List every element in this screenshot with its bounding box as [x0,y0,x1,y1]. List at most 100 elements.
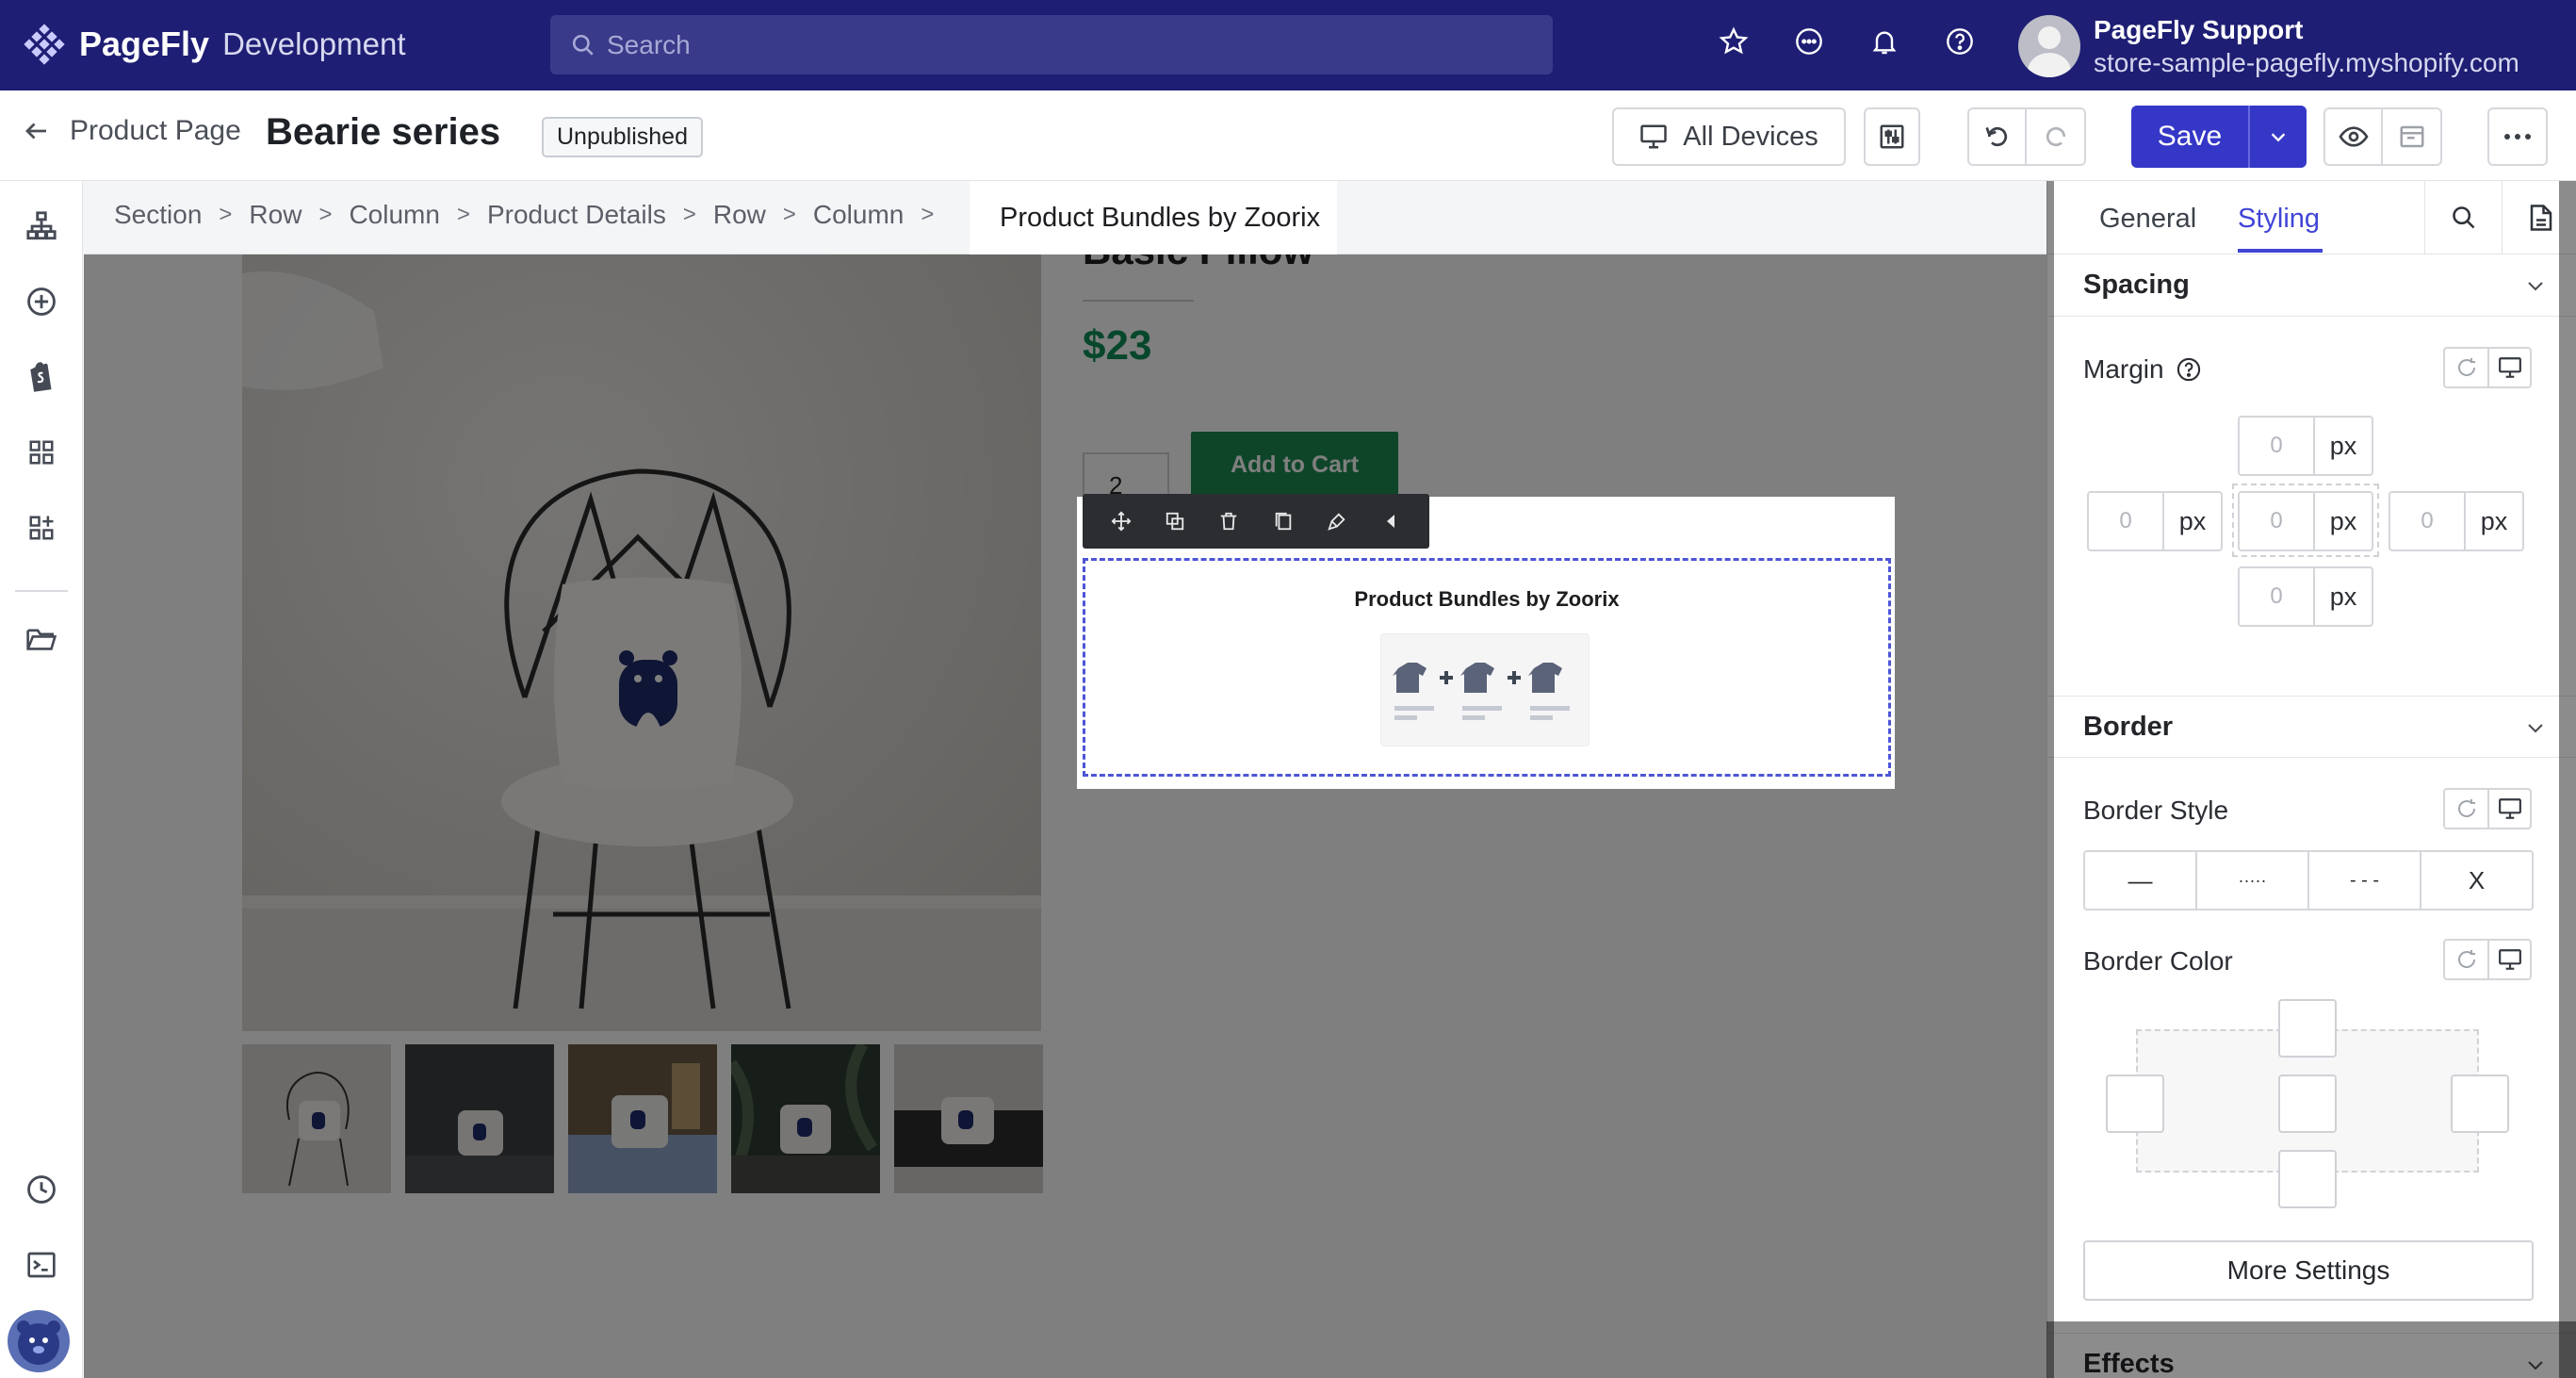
device-selector-button[interactable]: All Devices [1612,107,1846,166]
caret-left-icon[interactable] [1377,507,1405,535]
chevron-down-icon [2271,133,2286,142]
desktop-icon[interactable] [2487,941,2530,978]
border-solid-option[interactable]: — [2085,852,2195,909]
border-dotted-option[interactable]: ····· [2195,852,2307,909]
reset-icon[interactable] [2445,790,2487,828]
border-dashed-option[interactable]: - - - [2307,852,2420,909]
margin-center-input[interactable]: 0 px [2238,491,2373,551]
chevron-right-icon: > [219,202,233,227]
border-section-header[interactable]: Border [2047,696,2576,758]
margin-center-unit[interactable]: px [2315,493,2372,550]
margin-right-value: 0 [2390,493,2466,550]
delete-icon[interactable] [1215,507,1243,535]
mascot-avatar[interactable] [8,1310,70,1372]
brand[interactable]: PageFly Development [23,23,406,66]
more-options-button[interactable] [2487,107,2548,166]
chevron-right-icon: > [782,202,796,227]
save-button[interactable]: Save [2131,106,2248,168]
border-color-right-swatch[interactable] [2451,1075,2509,1133]
help-icon[interactable] [2176,356,2202,383]
margin-top-unit[interactable]: px [2315,418,2372,474]
border-color-left-swatch[interactable] [2106,1075,2164,1133]
spacing-section-header[interactable]: Spacing [2047,254,2576,317]
breadcrumb-item[interactable]: Product Details [487,200,666,230]
duplicate-icon[interactable] [1161,507,1189,535]
publish-icon[interactable] [2383,109,2440,164]
margin-right-unit[interactable]: px [2466,493,2522,550]
margin-top-input[interactable]: 0 px [2238,416,2373,476]
help-icon[interactable] [1941,23,1979,60]
breadcrumb-active-item[interactable]: Product Bundles by Zoorix [970,181,1338,254]
style-brush-icon[interactable] [1323,507,1351,535]
breadcrumb-item[interactable]: Section [114,200,202,230]
chevron-down-icon [2524,715,2547,746]
page-title[interactable]: Bearie series [266,111,500,154]
margin-bottom-input[interactable]: 0 px [2238,566,2373,627]
settings-sliders-button[interactable] [1864,107,1920,166]
code-terminal-icon[interactable] [21,1244,62,1286]
margin-left-unit[interactable]: px [2164,493,2221,550]
breadcrumb-item[interactable]: Row [713,200,766,230]
eye-icon[interactable] [2325,109,2384,164]
desktop-icon[interactable] [2487,790,2530,828]
border-color-bottom-swatch[interactable] [2278,1150,2337,1208]
breadcrumb-item[interactable]: Column [349,200,439,230]
folder-icon[interactable] [21,618,62,660]
apps-icon[interactable] [21,507,62,549]
reset-icon[interactable] [2445,349,2487,386]
bundles-title: Product Bundles by Zoorix [1354,587,1620,611]
margin-center-value: 0 [2240,493,2315,550]
search-input[interactable]: Search [550,15,1553,74]
spacing-heading: Spacing [2083,270,2190,300]
margin-right-input[interactable]: 0 px [2389,491,2524,551]
margin-bottom-unit[interactable]: px [2315,568,2372,625]
sections-grid-icon[interactable] [21,432,62,473]
shopify-icon[interactable] [21,356,62,398]
more-settings-button[interactable]: More Settings [2083,1240,2534,1301]
margin-left-value: 0 [2089,493,2164,550]
chevron-down-icon [2524,273,2547,304]
search-icon[interactable] [2424,181,2502,254]
tab-general[interactable]: General [2099,204,2196,235]
breadcrumb-item[interactable]: Column [813,200,904,230]
chevron-right-icon: > [682,202,696,227]
border-color-label: Border Color [2083,946,2233,976]
breadcrumb-item[interactable]: Row [249,200,302,230]
user-menu[interactable]: PageFly Support store-sample-pagefly.mys… [2018,13,2519,79]
chevron-right-icon: > [318,202,333,227]
tab-styling[interactable]: Styling [2238,204,2320,235]
status-badge: Unpublished [542,117,703,157]
border-none-option[interactable]: X [2420,852,2532,909]
add-element-icon[interactable] [21,281,62,322]
border-color-top-swatch[interactable] [2278,999,2337,1058]
chat-icon[interactable] [1790,23,1828,60]
border-heading: Border [2083,711,2174,742]
save-options-button[interactable] [2248,106,2307,168]
back-button[interactable]: Product Page [23,115,241,147]
margin-label-text: Margin [2083,354,2164,384]
pagefly-logo-icon [24,24,65,65]
arrow-left-icon [25,123,46,139]
search-icon [572,34,594,56]
editor-canvas[interactable]: Basic Pillow $23 2 Add to Cart Product B… [84,181,2046,1378]
move-icon[interactable] [1107,507,1135,535]
undo-redo-group [1967,107,2086,166]
desktop-icon[interactable] [2487,349,2530,386]
device-label: All Devices [1683,121,1818,152]
product-bundles-element[interactable]: Product Bundles by Zoorix [1083,558,1891,777]
redo-icon[interactable] [2027,109,2084,164]
bell-icon[interactable] [1866,23,1903,60]
margin-left-input[interactable]: 0 px [2087,491,2223,551]
history-clock-icon[interactable] [21,1169,62,1210]
star-icon[interactable] [1715,23,1753,60]
undo-icon[interactable] [1969,109,2028,164]
breadcrumb: Section > Row > Column > Product Details > R… [84,181,2046,254]
margin-top-value: 0 [2240,418,2315,474]
panel-tabs: General Styling [2047,181,2576,254]
layers-tree-icon[interactable] [21,205,62,247]
border-color-all-swatch[interactable] [2278,1075,2337,1133]
reset-icon[interactable] [2445,941,2487,978]
desktop-icon [1640,124,1668,149]
copy-icon[interactable] [1269,507,1297,535]
back-label: Product Page [70,115,241,146]
